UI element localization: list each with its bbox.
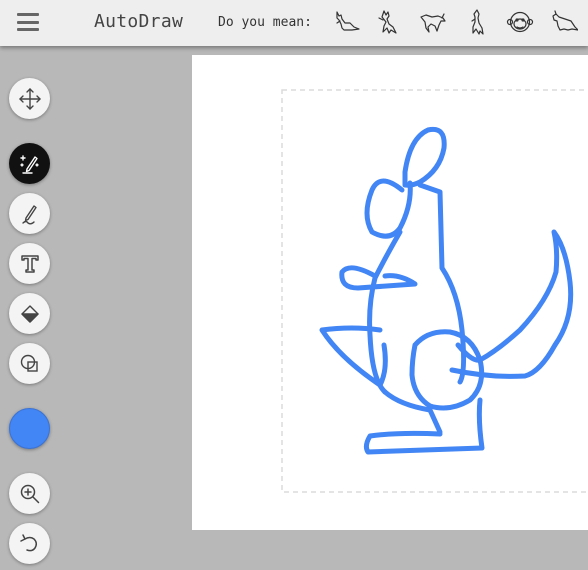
kangaroo-icon [378, 10, 397, 34]
autodraw-tool-button[interactable] [9, 143, 50, 184]
drawing-svg [281, 89, 588, 493]
color-picker-button[interactable] [9, 408, 50, 449]
suggestion-kangaroo-1[interactable] [332, 8, 360, 36]
pencil-icon [21, 204, 37, 224]
fill-tool-button[interactable] [9, 293, 50, 334]
shape-tool-button[interactable] [9, 343, 50, 384]
move-arrows-icon [18, 87, 41, 110]
suggestion-kangaroo-3[interactable] [419, 8, 447, 36]
magic-pencil-icon [19, 154, 39, 174]
kangaroo-icon [420, 13, 446, 33]
suggestion-kangaroo-2[interactable] [375, 8, 403, 36]
paint-bucket-icon [20, 304, 39, 323]
kangaroo-icon [552, 10, 579, 31]
undo-icon [19, 533, 37, 551]
text-icon [20, 254, 39, 273]
suggestion-kangaroo-4[interactable] [463, 8, 491, 36]
app-title: AutoDraw [94, 11, 184, 32]
sketch-strokes [319, 126, 574, 455]
monkey-icon [506, 11, 534, 33]
draw-tool-button[interactable] [9, 193, 50, 234]
drawing-canvas[interactable] [192, 55, 588, 530]
type-tool-button[interactable] [9, 243, 50, 284]
suggestion-monkey[interactable] [506, 8, 534, 36]
suggestion-kangaroo-5[interactable] [550, 8, 579, 36]
kangaroo-icon [336, 11, 360, 31]
undo-button[interactable] [9, 523, 50, 564]
select-tool-button[interactable] [9, 78, 50, 119]
zoom-tool-button[interactable] [9, 473, 50, 514]
kangaroo-icon [471, 9, 484, 35]
top-bar: AutoDraw Do you mean: [0, 0, 588, 46]
shapes-icon [20, 354, 38, 372]
menu-icon[interactable] [17, 13, 39, 31]
suggestion-label: Do you mean: [218, 15, 312, 30]
zoom-in-icon [20, 484, 39, 503]
